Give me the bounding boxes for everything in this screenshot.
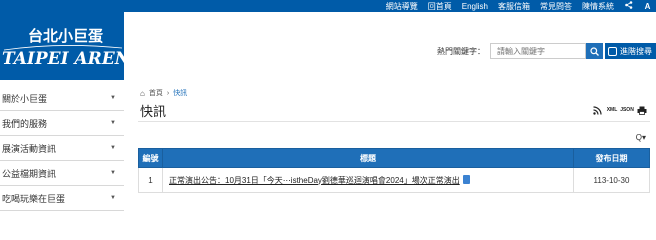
- utility-links: 網站導覽 回首頁 English 客服信箱 常見問答 陳情系統 A: [386, 0, 652, 12]
- row-title-cell: 正常演出公告：10月31日「今天⋯istheDay劉德華巡迴演唱會2024」場次…: [162, 167, 574, 193]
- logo-chinese-text: 台北小巨蛋: [28, 27, 103, 45]
- json-icon[interactable]: JSON: [620, 104, 634, 116]
- header-search: 熱門關鍵字： 進階搜尋: [437, 43, 656, 59]
- site-logo[interactable]: 台北小巨蛋 TAIPEI ARENA: [0, 12, 124, 80]
- table-row: 1 正常演出公告：10月31日「今天⋯istheDay劉德華巡迴演唱會2024」…: [138, 167, 650, 193]
- link-home[interactable]: 回首頁: [428, 1, 452, 12]
- column-header-number: 編號: [138, 148, 163, 168]
- font-size-icon[interactable]: A: [643, 2, 652, 11]
- filter-toggle[interactable]: Q▾: [636, 133, 646, 142]
- xml-icon[interactable]: XML: [606, 104, 618, 116]
- sidebar-item-label: 關於小巨蛋: [2, 93, 48, 104]
- sidebar-menu: 關於小巨蛋 ▼ 我們的服務 ▼ 展演活動資訊 ▼ 公益檔期資訊 ▼ 吃喝玩樂在巨…: [0, 86, 124, 211]
- sidebar-item-events[interactable]: 展演活動資訊 ▼: [0, 136, 124, 161]
- sidebar-item-label: 公益檔期資訊: [2, 168, 57, 179]
- sidebar-item-label: 吃喝玩樂在巨蛋: [2, 193, 66, 204]
- link-english[interactable]: English: [462, 2, 488, 11]
- advanced-search-icon: [608, 46, 617, 56]
- top-utility-bar: 網站導覽 回首頁 English 客服信箱 常見問答 陳情系統 A: [0, 0, 656, 12]
- column-header-date: 發布日期: [573, 148, 650, 168]
- breadcrumb: ⌂ 首頁 › 快訊: [140, 88, 187, 98]
- print-icon[interactable]: [636, 104, 648, 116]
- advanced-search-label: 進階搜尋: [620, 46, 652, 56]
- search-button[interactable]: [586, 43, 603, 59]
- search-input[interactable]: [490, 43, 586, 59]
- link-faq[interactable]: 常見問答: [540, 1, 572, 12]
- caret-down-icon: ▼: [110, 195, 116, 201]
- share-icon[interactable]: [624, 1, 633, 11]
- search-icon: [590, 46, 599, 56]
- taipei-arena-logo: 台北小巨蛋 TAIPEI ARENA: [2, 27, 124, 69]
- table-header-row: 編號 標題 發布日期: [138, 148, 650, 168]
- advanced-search-button[interactable]: 進階搜尋: [605, 43, 656, 59]
- row-number: 1: [138, 167, 163, 193]
- caret-down-icon: ▼: [110, 145, 116, 151]
- page-title: 快訊: [140, 104, 167, 119]
- page-tools: XML JSON: [591, 104, 648, 116]
- home-icon[interactable]: ⌂: [140, 89, 145, 98]
- row-date: 113-10-30: [573, 167, 650, 193]
- caret-down-icon: ▼: [110, 120, 116, 126]
- link-petition[interactable]: 陳情系統: [582, 1, 614, 12]
- document-icon: [462, 174, 470, 184]
- sidebar-item-label: 我們的服務: [2, 118, 48, 129]
- breadcrumb-home[interactable]: 首頁: [149, 88, 163, 98]
- breadcrumb-separator: ›: [166, 89, 170, 97]
- sidebar-item-services[interactable]: 我們的服務 ▼: [0, 111, 124, 136]
- news-table: 編號 標題 發布日期 1 正常演出公告：10月31日「今天⋯istheDay劉德…: [138, 148, 650, 193]
- link-sitemap[interactable]: 網站導覽: [386, 1, 418, 12]
- sidebar-item-label: 展演活動資訊: [2, 143, 57, 154]
- column-header-title: 標題: [162, 148, 574, 168]
- breadcrumb-current[interactable]: 快訊: [173, 88, 187, 98]
- caret-down-icon: ▼: [110, 95, 116, 101]
- logo-english-text: TAIPEI ARENA: [2, 49, 124, 69]
- caret-down-icon: ▼: [110, 170, 116, 176]
- sidebar-item-about[interactable]: 關於小巨蛋 ▼: [0, 86, 124, 111]
- news-title-link[interactable]: 正常演出公告：10月31日「今天⋯istheDay劉德華巡迴演唱會2024」場次…: [169, 176, 460, 185]
- hot-keyword-label: 熱門關鍵字：: [437, 46, 485, 56]
- sidebar-item-charity[interactable]: 公益檔期資訊 ▼: [0, 161, 124, 186]
- rss-icon[interactable]: [591, 104, 603, 116]
- sidebar-item-dining[interactable]: 吃喝玩樂在巨蛋 ▼: [0, 186, 124, 211]
- divider: [138, 121, 650, 122]
- link-service-mail[interactable]: 客服信箱: [498, 1, 530, 12]
